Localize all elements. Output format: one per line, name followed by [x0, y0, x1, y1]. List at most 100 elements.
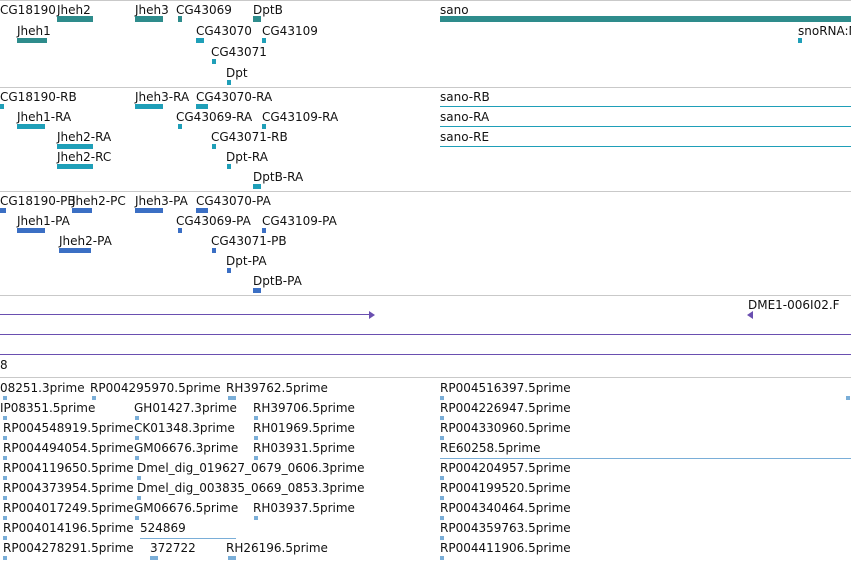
est-bar[interactable] — [440, 536, 444, 540]
transcript-bar[interactable] — [262, 124, 266, 129]
alignment-label[interactable]: DME1-006I02.F — [748, 298, 840, 312]
transcript-label[interactable]: sano-RB — [440, 90, 490, 104]
est-bar[interactable] — [3, 496, 7, 500]
alignment-line[interactable] — [0, 334, 851, 335]
protein-bar[interactable] — [59, 248, 91, 253]
est-bar[interactable] — [3, 456, 7, 460]
protein-label[interactable]: Jheh3-PA — [135, 194, 188, 208]
est-label[interactable]: RP004278291.5prime — [3, 541, 134, 555]
est-bar[interactable] — [3, 476, 7, 480]
protein-bar[interactable] — [17, 228, 45, 233]
est-bar[interactable] — [3, 536, 7, 540]
transcript-label[interactable]: sano-RE — [440, 130, 489, 144]
est-bar[interactable] — [3, 416, 7, 420]
est-bar[interactable] — [254, 436, 258, 440]
transcript-label[interactable]: CG18190-RB — [0, 90, 77, 104]
est-label[interactable]: RP004340464.5prime — [440, 501, 571, 515]
est-label[interactable]: GM06676.5prime — [134, 501, 238, 515]
transcript-label[interactable]: DptB-RA — [253, 170, 303, 184]
protein-label[interactable]: DptB-PA — [253, 274, 302, 288]
est-label[interactable]: RE60258.5prime — [440, 441, 541, 455]
est-bar[interactable] — [135, 516, 139, 520]
est-label[interactable]: RP004359763.5prime — [440, 521, 571, 535]
est-bar[interactable] — [440, 476, 444, 480]
est-label[interactable]: RH01969.5prime — [253, 421, 355, 435]
gene-bar[interactable] — [440, 16, 851, 22]
est-bar[interactable] — [846, 396, 850, 400]
protein-bar[interactable] — [178, 228, 182, 233]
est-label[interactable]: RP004516397.5prime — [440, 381, 571, 395]
transcript-line[interactable] — [440, 106, 851, 107]
est-bar[interactable] — [440, 436, 444, 440]
transcript-label[interactable]: CG43070-RA — [196, 90, 272, 104]
est-bar[interactable] — [3, 556, 7, 560]
est-line[interactable] — [140, 538, 236, 539]
protein-bar[interactable] — [212, 248, 216, 253]
protein-label[interactable]: Jheh2-PA — [59, 234, 112, 248]
est-bar[interactable] — [3, 396, 7, 400]
transcript-bar[interactable] — [17, 124, 45, 129]
est-bar[interactable] — [135, 416, 139, 420]
gene-label[interactable]: snoRNA:M — [798, 24, 851, 38]
est-label[interactable]: RP004548919.5prime — [3, 421, 134, 435]
est-label[interactable]: RP004494054.5prime — [3, 441, 134, 455]
est-bar[interactable] — [228, 556, 236, 560]
est-bar[interactable] — [3, 436, 7, 440]
transcript-bar[interactable] — [196, 104, 208, 109]
est-label[interactable]: 524869 — [140, 521, 186, 535]
est-bar[interactable] — [440, 396, 444, 400]
transcript-label[interactable]: sano-RA — [440, 110, 489, 124]
protein-label[interactable]: CG18190-PB — [0, 194, 76, 208]
protein-bar[interactable] — [262, 228, 266, 233]
est-label[interactable]: Dmel_dig_019627_0679_0606.3prime — [137, 461, 365, 475]
protein-bar[interactable] — [0, 208, 6, 213]
est-label[interactable]: RH26196.5prime — [226, 541, 328, 555]
gene-bar[interactable] — [227, 80, 231, 85]
gene-label[interactable]: Dpt — [226, 66, 248, 80]
est-line[interactable] — [440, 458, 851, 459]
est-label[interactable]: RP004295970.5prime — [90, 381, 221, 395]
transcript-label[interactable]: Jheh2-RA — [57, 130, 111, 144]
est-label[interactable]: RH39706.5prime — [253, 401, 355, 415]
transcript-label[interactable]: CG43109-RA — [262, 110, 338, 124]
est-bar[interactable] — [135, 436, 139, 440]
gene-label[interactable]: Jheh3 — [135, 3, 169, 17]
est-bar[interactable] — [92, 396, 96, 400]
est-bar[interactable] — [440, 496, 444, 500]
est-label[interactable]: IP08351.5prime — [0, 401, 95, 415]
est-label[interactable]: GH01427.3prime — [134, 401, 237, 415]
protein-bar[interactable] — [253, 288, 261, 293]
transcript-line[interactable] — [440, 146, 851, 147]
transcript-label[interactable]: Jheh1-RA — [17, 110, 71, 124]
est-bar[interactable] — [150, 556, 158, 560]
gene-label[interactable]: CG43069 — [176, 3, 232, 17]
est-bar[interactable] — [254, 416, 258, 420]
est-label[interactable]: 372722 — [150, 541, 196, 555]
est-label[interactable]: RP004014196.5prime — [3, 521, 134, 535]
est-bar[interactable] — [440, 516, 444, 520]
est-bar[interactable] — [135, 456, 139, 460]
protein-bar[interactable] — [72, 208, 92, 213]
est-label[interactable]: RP004330960.5prime — [440, 421, 571, 435]
est-bar[interactable] — [440, 416, 444, 420]
est-label[interactable]: CK01348.3prime — [134, 421, 235, 435]
est-label[interactable]: 08251.3prime — [0, 381, 85, 395]
est-bar[interactable] — [137, 496, 141, 500]
transcript-label[interactable]: CG43071-RB — [211, 130, 288, 144]
transcript-label[interactable]: CG43069-RA — [176, 110, 252, 124]
gene-bar[interactable] — [253, 16, 261, 22]
transcript-bar[interactable] — [253, 184, 261, 189]
transcript-label[interactable]: Jheh2-RC — [57, 150, 111, 164]
protein-label[interactable]: Jheh2-PC — [72, 194, 126, 208]
transcript-bar[interactable] — [135, 104, 163, 109]
transcript-bar[interactable] — [57, 144, 93, 149]
est-label[interactable]: RH03931.5prime — [253, 441, 355, 455]
est-label[interactable]: Dmel_dig_003835_0669_0853.3prime — [137, 481, 365, 495]
est-label[interactable]: RP004226947.5prime — [440, 401, 571, 415]
est-bar[interactable] — [228, 396, 236, 400]
gene-bar[interactable] — [798, 38, 802, 43]
transcript-bar[interactable] — [212, 144, 216, 149]
alignment-line[interactable] — [0, 314, 370, 315]
gene-bar[interactable] — [135, 16, 163, 22]
est-label[interactable]: RP004017249.5prime — [3, 501, 134, 515]
